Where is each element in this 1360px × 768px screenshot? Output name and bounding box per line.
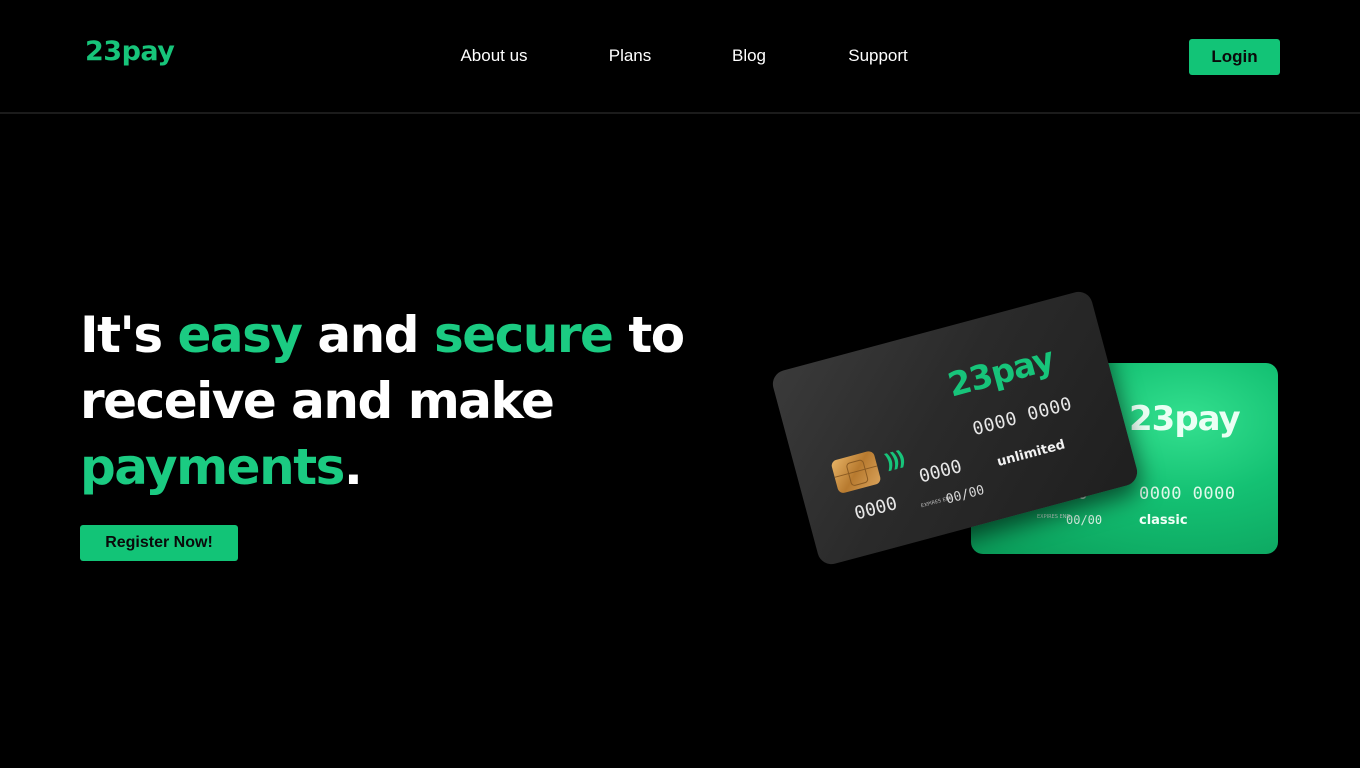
card-number: 0000 (916, 455, 965, 488)
contactless-icon: ))) (881, 446, 906, 475)
payment-cards-illustration: 23pay 000 0000 0000 EXPIRES END 00/00 cl… (760, 280, 1320, 580)
nav-blog[interactable]: Blog (732, 46, 766, 66)
hero-title-part: It's (80, 306, 178, 364)
main-nav: About us Plans Blog Support (0, 46, 1360, 68)
card-number: 0000 (852, 492, 900, 525)
hero-title-accent-secure: secure (433, 306, 614, 364)
nav-about-us[interactable]: About us (460, 46, 527, 66)
hero-title-period: . (343, 438, 363, 496)
card-tier: unlimited (995, 437, 1067, 470)
card-number: 0000 0000 (970, 393, 1075, 441)
card-tier: classic (1139, 513, 1188, 528)
card-expiry: 00/00 (1066, 513, 1103, 527)
card-expiry: 00/00 (944, 482, 987, 508)
register-now-button[interactable]: Register Now! (80, 525, 238, 561)
hero-title-part: and (301, 306, 434, 364)
hero-title-accent-easy: easy (177, 306, 303, 364)
nav-plans[interactable]: Plans (609, 46, 652, 66)
card-brand-logo: 23pay (1129, 399, 1241, 439)
card-brand-logo: 23pay (943, 339, 1058, 405)
nav-support[interactable]: Support (848, 46, 908, 66)
login-button[interactable]: Login (1189, 39, 1280, 75)
hero-title-accent-payments: payments (80, 438, 345, 496)
hero-title: It's easy and secure to receive and make… (80, 302, 720, 500)
chip-icon (830, 449, 882, 495)
site-header: 23pay About us Plans Blog Support Login (0, 0, 1360, 114)
card-number: 0000 0000 (1139, 484, 1236, 504)
